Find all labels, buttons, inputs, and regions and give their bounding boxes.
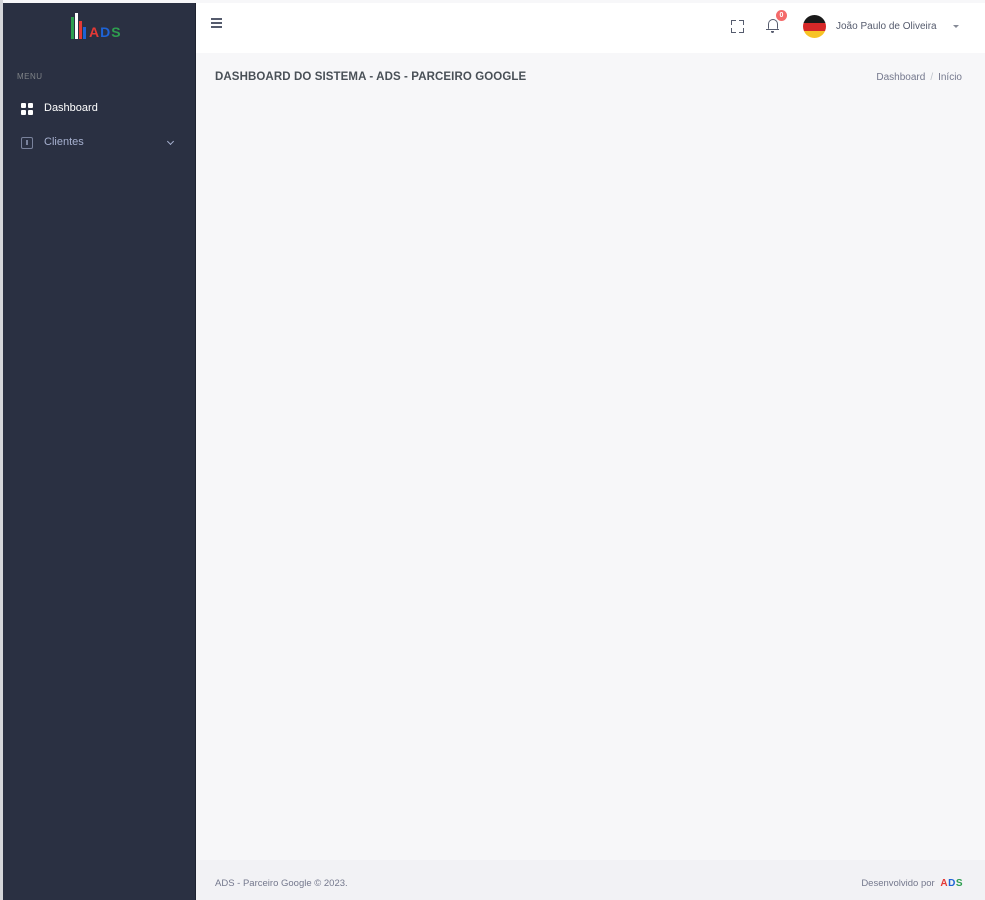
caret-down-icon[interactable]	[953, 25, 959, 28]
sidebar-item-dashboard[interactable]: Dashboard	[3, 94, 195, 124]
footer: ADS - Parceiro Google © 2023. Desenvolvi…	[196, 860, 985, 900]
topbar: 0 João Paulo de Oliveira	[196, 3, 985, 53]
fullscreen-icon[interactable]	[731, 20, 744, 33]
menu-toggle-icon[interactable]	[211, 18, 222, 28]
footer-copyright: ADS - Parceiro Google © 2023.	[215, 878, 348, 889]
chevron-down-icon	[166, 137, 175, 146]
sidebar-item-label: Dashboard	[44, 102, 98, 114]
notification-badge: 0	[776, 10, 787, 21]
breadcrumb-dashboard[interactable]: Dashboard	[876, 72, 925, 83]
sidebar: ADS MENU Dashboard Clientes	[3, 3, 196, 900]
dashboard-icon	[21, 103, 33, 115]
menu-section-title: MENU	[17, 72, 43, 81]
breadcrumb-separator: /	[930, 72, 934, 83]
logo-text: ADS	[89, 24, 122, 40]
sidebar-item-label: Clientes	[44, 136, 84, 148]
clients-icon	[21, 137, 33, 149]
avatar[interactable]	[803, 15, 826, 38]
logo-bars	[71, 13, 88, 39]
sidebar-item-clientes[interactable]: Clientes	[3, 128, 195, 158]
footer-developed-by: Desenvolvido por	[861, 878, 935, 889]
ads-logo[interactable]: ADS	[71, 11, 122, 39]
footer-credit: Desenvolvido por ADS	[861, 878, 963, 889]
breadcrumb: Dashboard / Início	[876, 72, 962, 83]
user-name[interactable]: João Paulo de Oliveira	[836, 21, 937, 32]
breadcrumb-current: Início	[938, 72, 962, 83]
page-title: DASHBOARD DO SISTEMA - ADS - PARCEIRO GO…	[215, 71, 527, 83]
footer-ads-logo: ADS	[940, 878, 963, 889]
